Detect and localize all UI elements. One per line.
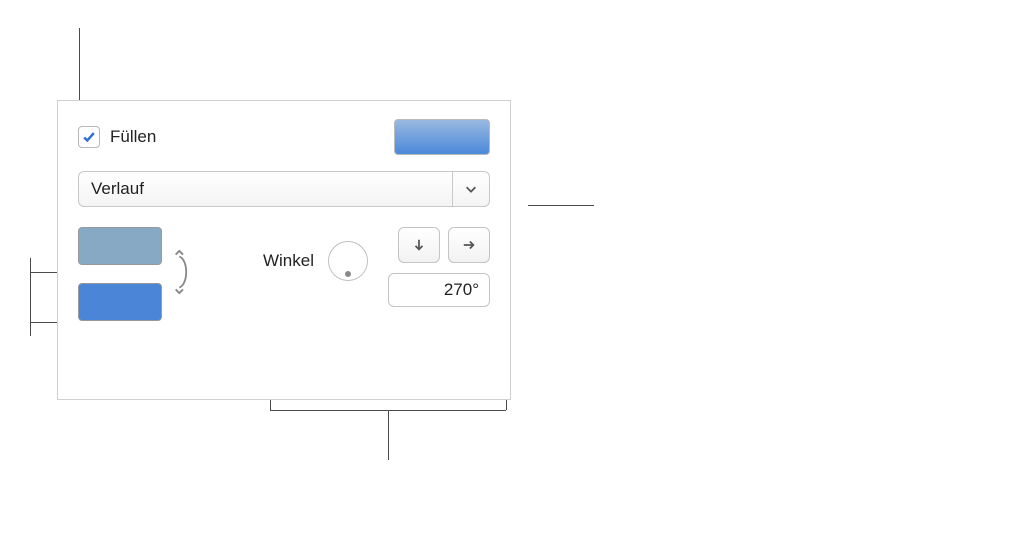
gradient-stop-2[interactable]	[78, 283, 162, 321]
dropdown-arrow	[452, 172, 489, 206]
callout-line	[528, 205, 594, 206]
callout-line	[30, 258, 31, 272]
angle-dial-indicator	[345, 271, 351, 277]
angle-right-column: 270°	[388, 227, 490, 307]
callout-line	[30, 272, 31, 322]
gradient-stops	[78, 227, 194, 321]
gradient-stop-1[interactable]	[78, 227, 162, 265]
angle-input[interactable]: 270°	[388, 273, 490, 307]
arrow-right-icon	[462, 238, 476, 252]
fill-checkbox[interactable]	[78, 126, 100, 148]
swap-stops-button[interactable]	[172, 247, 194, 302]
callout-line	[388, 410, 389, 460]
fill-preview-swatch[interactable]	[394, 119, 490, 155]
swap-arrows-icon	[172, 247, 194, 297]
gradient-controls: Winkel 270°	[78, 227, 490, 321]
arrow-down-icon	[412, 238, 426, 252]
callout-line	[79, 28, 80, 100]
direction-right-button[interactable]	[448, 227, 490, 263]
fill-toggle-group: Füllen	[78, 126, 156, 148]
chevron-down-icon	[464, 182, 478, 196]
direction-buttons	[398, 227, 490, 263]
fill-header-row: Füllen	[78, 119, 490, 155]
fill-panel: Füllen Verlauf Winkel	[57, 100, 511, 400]
check-icon	[82, 130, 96, 144]
angle-dial[interactable]	[328, 241, 368, 281]
angle-value: 270°	[444, 280, 479, 300]
direction-down-button[interactable]	[398, 227, 440, 263]
fill-type-selected: Verlauf	[79, 179, 156, 199]
fill-type-dropdown[interactable]: Verlauf	[78, 171, 490, 207]
angle-label: Winkel	[263, 251, 314, 271]
angle-group: Winkel	[214, 241, 368, 281]
callout-line	[30, 322, 31, 336]
fill-label: Füllen	[110, 127, 156, 147]
